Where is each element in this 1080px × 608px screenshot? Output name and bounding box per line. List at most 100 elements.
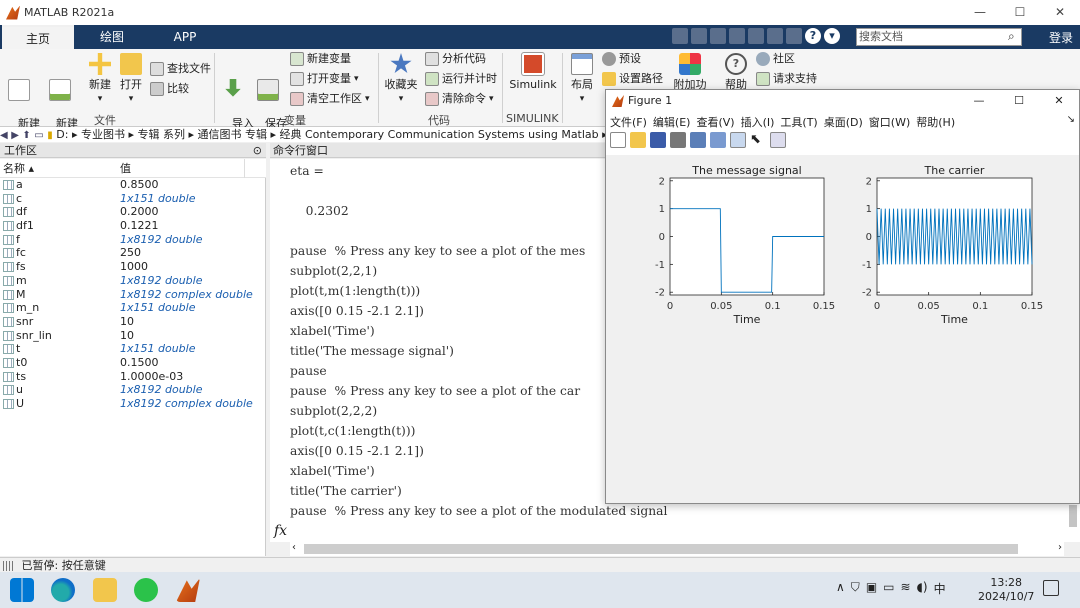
help-quick-icon[interactable]: ? (805, 28, 821, 44)
scrollbar-thumb[interactable] (304, 544, 1018, 554)
back-arrow-icon[interactable]: ◀ (0, 128, 8, 142)
favorites-button[interactable]: 收藏夹 ▾ (384, 53, 418, 106)
volume-icon[interactable]: ◖) (917, 580, 928, 597)
undo-quick-icon[interactable] (748, 28, 764, 44)
preferences-button[interactable]: 预设 (602, 51, 641, 67)
notification-icon[interactable] (1043, 580, 1059, 596)
workspace-row[interactable]: U 1x8192 complex double (0, 397, 265, 411)
figure-menu-item[interactable]: 帮助(H) (916, 114, 955, 130)
workspace-row[interactable]: snr 10 (0, 315, 265, 329)
file-explorer-icon[interactable] (93, 578, 117, 602)
paste-quick-icon[interactable] (729, 28, 745, 44)
figure-menu-item[interactable]: 查看(V) (696, 114, 734, 130)
colorbar-icon[interactable] (710, 132, 726, 148)
figure-menu-item[interactable]: 插入(I) (741, 114, 775, 130)
tab-home[interactable]: 主页 (2, 25, 74, 49)
clear-commands-button[interactable]: 清除命令 ▾ (425, 91, 494, 107)
matlab-taskbar-icon[interactable] (176, 578, 200, 602)
battery-icon[interactable]: ▭ (883, 580, 894, 597)
link-plot-icon[interactable] (690, 132, 706, 148)
tray-chevron-icon[interactable]: ∧ (836, 580, 845, 597)
windows-start-icon[interactable] (10, 578, 34, 602)
figure-minimize-button[interactable]: — (959, 90, 999, 112)
figure-maximize-button[interactable]: ☐ (999, 90, 1039, 112)
set-path-button[interactable]: 设置路径 (602, 71, 663, 87)
property-editor-icon[interactable] (770, 132, 786, 148)
switch-windows-icon[interactable] (786, 28, 802, 44)
community-button[interactable]: 社区 (756, 51, 795, 67)
panel-menu-icon[interactable]: ⊙ (253, 143, 262, 158)
wifi-icon[interactable]: ≋ (901, 580, 911, 597)
open-file-icon[interactable] (630, 132, 646, 148)
workspace-row[interactable]: m_n 1x151 double (0, 301, 265, 315)
figure-menu-item[interactable]: 窗口(W) (869, 114, 910, 130)
vertical-scrollbar[interactable] (1066, 505, 1080, 542)
cut-quick-icon[interactable] (691, 28, 707, 44)
dock-arrow-icon[interactable]: ↘ (1067, 114, 1075, 125)
workspace-row[interactable]: df1 0.1221 (0, 219, 265, 233)
forward-arrow-icon[interactable]: ▶ (11, 128, 19, 142)
tray-app-icon[interactable]: ▣ (866, 580, 877, 597)
edge-browser-icon[interactable] (51, 578, 75, 602)
search-docs-input[interactable]: 搜索文档 (856, 28, 1022, 46)
analyze-code-button[interactable]: 分析代码 (425, 51, 486, 67)
figure-menu-item[interactable]: 文件(F) (610, 114, 647, 130)
tab-apps[interactable]: APP (150, 25, 220, 49)
new-variable-button[interactable]: 新建变量 (290, 51, 351, 67)
workspace-row[interactable]: M 1x8192 complex double (0, 288, 265, 302)
wechat-icon[interactable] (134, 578, 158, 602)
workspace-row[interactable]: f 1x8192 double (0, 233, 265, 247)
clear-workspace-button[interactable]: 清空工作区 ▾ (290, 91, 370, 107)
quick-dropdown-icon[interactable]: ▾ (824, 28, 840, 44)
horizontal-scrollbar[interactable]: ‹ › (290, 542, 1064, 556)
compare-button[interactable]: 比较 (150, 81, 189, 97)
close-button[interactable]: ✕ (1040, 0, 1080, 25)
new-figure-icon[interactable] (610, 132, 626, 148)
help-button[interactable]: ? 帮助 (722, 53, 750, 91)
layout-button[interactable]: 布局 ▾ (568, 53, 596, 106)
address-path[interactable]: D: ▸ 专业图书 ▸ 专辑 系列 ▸ 通信图书 专辑 ▸ 经典 Contemp… (56, 128, 607, 141)
workspace-row[interactable]: snr_lin 10 (0, 329, 265, 343)
tab-plots[interactable]: 绘图 (76, 25, 148, 49)
figure-menu-item[interactable]: 编辑(E) (653, 114, 691, 130)
run-and-time-button[interactable]: 运行并计时 (425, 71, 497, 87)
simulink-button[interactable]: Simulink (508, 52, 558, 91)
save-figure-icon[interactable] (650, 132, 666, 148)
find-files-button[interactable]: 查找文件 (150, 61, 211, 77)
figure-menu-item[interactable]: 工具(T) (780, 114, 817, 130)
workspace-row[interactable]: fs 1000 (0, 260, 265, 274)
name-column-header[interactable]: 名称 ▴ (3, 159, 34, 178)
workspace-row[interactable]: a 0.8500 (0, 178, 265, 192)
figure-close-button[interactable]: ✕ (1039, 90, 1079, 112)
search-icon[interactable]: ⌕ (1008, 29, 1015, 44)
workspace-row[interactable]: m 1x8192 double (0, 274, 265, 288)
figure-window[interactable]: Figure 1 — ☐ ✕ 文件(F) 编辑(E) 查看(V) 插入(I) 工具(T)… (605, 89, 1080, 504)
minimize-button[interactable]: — (960, 0, 1000, 25)
save-quick-icon[interactable] (672, 28, 688, 44)
print-figure-icon[interactable] (670, 132, 686, 148)
workspace-row[interactable]: u 1x8192 double (0, 383, 265, 397)
login-link[interactable]: 登录 (1049, 29, 1073, 46)
figure-canvas[interactable]: The message signal 0 0.05 0.1 0.15 -2 -1 0 1 2 Tim… (606, 155, 1079, 503)
up-folder-icon[interactable]: ⬆ (22, 128, 30, 142)
pointer-icon[interactable]: ⬉ (750, 132, 766, 148)
workspace-row[interactable]: ts 1.0000e-03 (0, 370, 265, 384)
workspace-row[interactable]: t0 0.1500 (0, 356, 265, 370)
workspace-row[interactable]: fc 250 (0, 246, 265, 260)
workspace-row[interactable]: t 1x151 double (0, 342, 265, 356)
new-button[interactable]: 新建 ▾ (86, 53, 114, 106)
clock[interactable]: 13:28 2024/10/7 (978, 576, 1034, 604)
workspace-row[interactable]: df 0.2000 (0, 205, 265, 219)
ime-indicator[interactable]: 中 (934, 580, 946, 597)
security-shield-icon[interactable]: ⛉ (851, 580, 860, 597)
redo-quick-icon[interactable] (767, 28, 783, 44)
request-support-button[interactable]: 请求支持 (756, 71, 817, 87)
open-variable-button[interactable]: 打开变量 ▾ (290, 71, 359, 87)
open-button[interactable]: 打开 ▾ (118, 53, 144, 106)
workspace-row[interactable]: c 1x151 double (0, 192, 265, 206)
figure-menu-item[interactable]: 桌面(D) (824, 114, 863, 130)
copy-quick-icon[interactable] (710, 28, 726, 44)
maximize-button[interactable]: ☐ (1000, 0, 1040, 25)
legend-icon[interactable] (730, 132, 746, 148)
browse-folder-icon[interactable]: ▭ (34, 128, 43, 142)
